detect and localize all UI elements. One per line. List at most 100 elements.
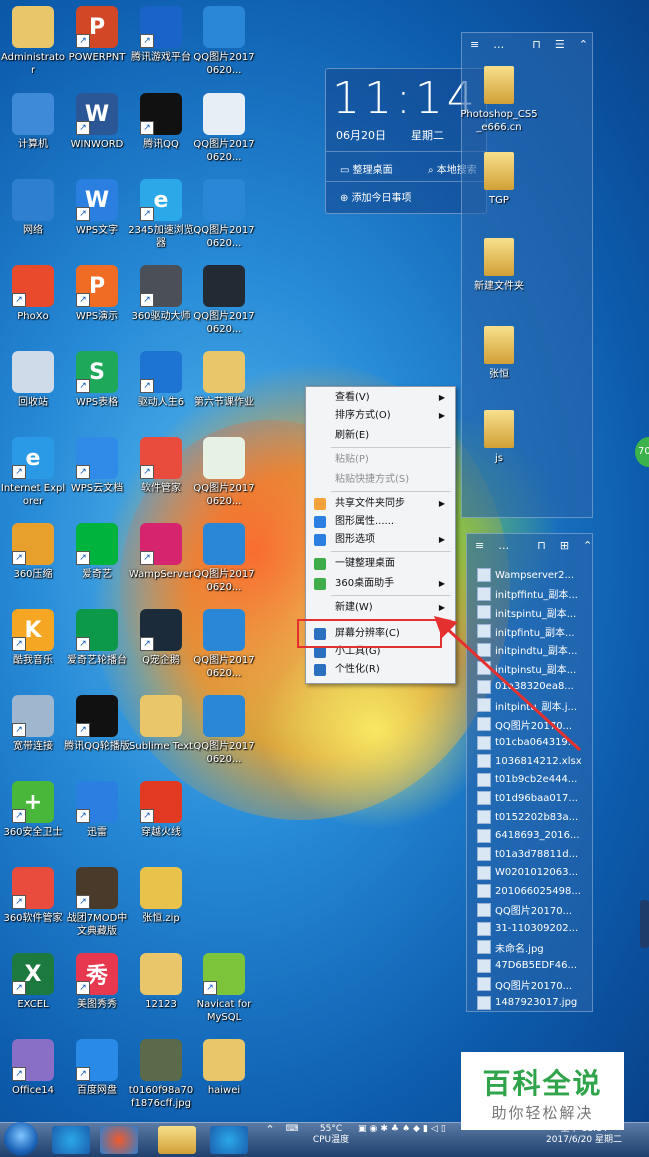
add-todo-button[interactable]: ⊕ 添加今日事项 [340, 189, 412, 204]
list-view-icon[interactable]: ☰ [555, 38, 565, 51]
start-button[interactable] [4, 1122, 38, 1156]
file-list-item[interactable]: 201066025498... [467, 882, 592, 901]
desktop-icon[interactable]: ↗ 腾讯游戏平台 [128, 6, 194, 64]
file-list-item[interactable]: t01b9cb2e444... [467, 771, 592, 790]
desktop-icon[interactable]: e ↗ Internet Explorer [0, 437, 66, 508]
desktop-icon[interactable]: P ↗ WPS演示 [64, 265, 130, 323]
desktop-icon[interactable]: W ↗ WPS文字 [64, 179, 130, 237]
desktop-icon[interactable]: ↗ 迅雷 [64, 781, 130, 839]
file-list-item[interactable]: t01a3d78811d... [467, 845, 592, 864]
file-list-item[interactable]: t0152202b83a... [467, 808, 592, 827]
taskbar-browser-icon[interactable] [210, 1126, 248, 1154]
file-list-item[interactable]: 1487923017.jpg [467, 994, 592, 1013]
fence-folder-item[interactable]: 张恒 [459, 326, 539, 381]
desktop-icon[interactable]: ↗ 腾讯QQ [128, 93, 194, 151]
edge-handle[interactable] [640, 900, 649, 948]
collapse-icon[interactable]: ⌃ [579, 38, 588, 51]
file-list-item[interactable]: 未命名.jpg [467, 938, 592, 957]
desktop-icon[interactable]: 12123 [128, 953, 194, 1011]
taskbar-explorer-icon[interactable] [158, 1126, 196, 1154]
context-menu-item[interactable]: 刷新(E) [308, 427, 453, 445]
fence-folder-item[interactable]: 新建文件夹 [459, 238, 539, 293]
cpu-temp-readout[interactable]: 55°C CPU温度 [306, 1124, 356, 1146]
desktop-icon[interactable]: ↗ 360驱动大师 [128, 265, 194, 323]
taskbar-phoxo-icon[interactable] [100, 1126, 138, 1154]
desktop-icon[interactable]: haiwei [191, 1039, 257, 1097]
desktop-icon[interactable]: W ↗ WINWORD [64, 93, 130, 151]
desktop-icon[interactable]: ↗ Office14 [0, 1039, 66, 1097]
desktop-icon[interactable]: ↗ 爱奇艺 [64, 523, 130, 581]
desktop-icon[interactable]: K ↗ 酷我音乐 [0, 609, 66, 667]
context-menu-item[interactable]: 图形选项 ▶ [308, 531, 453, 549]
desktop-icon[interactable]: + ↗ 360安全卫士 [0, 781, 66, 839]
more-icon[interactable]: … [498, 539, 509, 552]
desktop-icon[interactable]: 回收站 [0, 351, 66, 409]
file-list-item[interactable]: QQ图片20170... [467, 975, 592, 994]
desktop-icon[interactable]: QQ图片20170620... [191, 695, 257, 766]
desktop-icon[interactable]: ↗ WPS云文档 [64, 437, 130, 495]
file-list-item[interactable]: 6418693_2016... [467, 826, 592, 845]
desktop-icon[interactable]: QQ图片20170620... [191, 523, 257, 594]
context-menu-item[interactable]: 查看(V) ▶ [308, 389, 453, 407]
file-list-item[interactable]: initpffintu_副本... [467, 585, 592, 604]
desktop-icon[interactable]: P ↗ POWERPNT [64, 6, 130, 64]
grid-view-icon[interactable]: ⊞ [560, 539, 569, 552]
desktop-icon[interactable]: ↗ 腾讯QQ轮播版 [64, 695, 130, 753]
collapse-icon[interactable]: ⌃ [583, 539, 592, 552]
context-menu-item[interactable]: 图形属性...... [308, 513, 453, 531]
desktop-icon[interactable]: QQ图片20170620... [191, 179, 257, 250]
desktop-icon[interactable]: e ↗ 2345加速浏览器 [128, 179, 194, 250]
desktop-icon[interactable]: Sublime Text [128, 695, 194, 753]
context-menu-item[interactable]: 共享文件夹同步 ▶ [308, 495, 453, 513]
desktop-icon[interactable]: QQ图片20170620... [191, 6, 257, 77]
desktop-icon[interactable]: 张恒.zip [128, 867, 194, 925]
desktop-icon[interactable]: t0160f98a70f1876cff.jpg [128, 1039, 194, 1110]
file-list-item[interactable]: 47D6B5EDF46... [467, 956, 592, 975]
file-list-item[interactable]: 31-110309202... [467, 919, 592, 938]
desktop-icon[interactable]: ↗ Navicat for MySQL [191, 953, 257, 1024]
desktop-icon[interactable]: QQ图片20170620... [191, 265, 257, 336]
desktop-icon[interactable]: ↗ 360软件管家 [0, 867, 66, 925]
desktop-icon[interactable]: ↗ 驱动人生6 [128, 351, 194, 409]
desktop-icon[interactable]: S ↗ WPS表格 [64, 351, 130, 409]
desktop-icon[interactable]: ↗ 360压缩 [0, 523, 66, 581]
desktop-icon[interactable]: ↗ Q宠企鹅 [128, 609, 194, 667]
desktop-icon[interactable]: ↗ WampServer [128, 523, 194, 581]
desktop-icon[interactable]: 计算机 [0, 93, 66, 151]
fence-folder-item[interactable]: js [459, 410, 539, 465]
desktop-icon[interactable]: 秀 ↗ 美图秀秀 [64, 953, 130, 1011]
file-list-item[interactable]: Wampserver2... [467, 566, 592, 585]
desktop-icon[interactable]: ↗ 战团7MOD中文典藏版 [64, 867, 130, 938]
desktop-icon[interactable]: ↗ 软件管家 [128, 437, 194, 495]
desktop-icon[interactable]: ↗ PhoXo [0, 265, 66, 323]
desktop-icon[interactable]: 网络 [0, 179, 66, 237]
menu-icon[interactable]: ≡ [475, 539, 484, 552]
desktop-icon[interactable]: QQ图片20170620... [191, 93, 257, 164]
desktop-icon[interactable]: X ↗ EXCEL [0, 953, 66, 1011]
desktop-icon[interactable]: ↗ 百度网盘 [64, 1039, 130, 1097]
show-hidden-icons-icon[interactable]: ⌃ [264, 1124, 276, 1135]
keyboard-icon[interactable]: ⌨ [282, 1124, 302, 1135]
gadget-badge[interactable]: 70 [635, 437, 649, 467]
fence-folder-item[interactable]: TGP [459, 152, 539, 207]
file-list-item[interactable]: QQ图片20170... [467, 901, 592, 920]
desktop-icon[interactable]: ↗ 爱奇艺轮播台 [64, 609, 130, 667]
taskbar-ie-icon[interactable] [52, 1126, 90, 1154]
desktop-icon[interactable]: QQ图片20170620... [191, 437, 257, 508]
more-icon[interactable]: … [493, 38, 504, 51]
menu-icon[interactable]: ≡ [470, 38, 479, 51]
lock-icon[interactable]: ⊓ [537, 539, 546, 552]
file-list-item[interactable]: t01d96baa017... [467, 789, 592, 808]
desktop-icon[interactable]: ↗ 宽带连接 [0, 695, 66, 753]
lock-icon[interactable]: ⊓ [532, 38, 541, 51]
fence-folder-item[interactable]: Photoshop_CS5_e666.cn [459, 66, 539, 134]
desktop-icon[interactable]: Administrator [0, 6, 66, 77]
context-menu-item[interactable]: 一键整理桌面 [308, 555, 453, 573]
context-menu-item[interactable]: 360桌面助手 ▶ [308, 575, 453, 593]
context-menu-item[interactable]: 排序方式(O) ▶ [308, 407, 453, 425]
desktop-icon[interactable]: 第六节课作业 [191, 351, 257, 409]
tray-icons[interactable]: ▣◉✱♣♠◆▮◁▯ [358, 1124, 478, 1135]
desktop-icon[interactable]: ↗ 穿越火线 [128, 781, 194, 839]
file-list-item[interactable]: W0201012063... [467, 864, 592, 883]
desktop-icon[interactable]: QQ图片20170620... [191, 609, 257, 680]
